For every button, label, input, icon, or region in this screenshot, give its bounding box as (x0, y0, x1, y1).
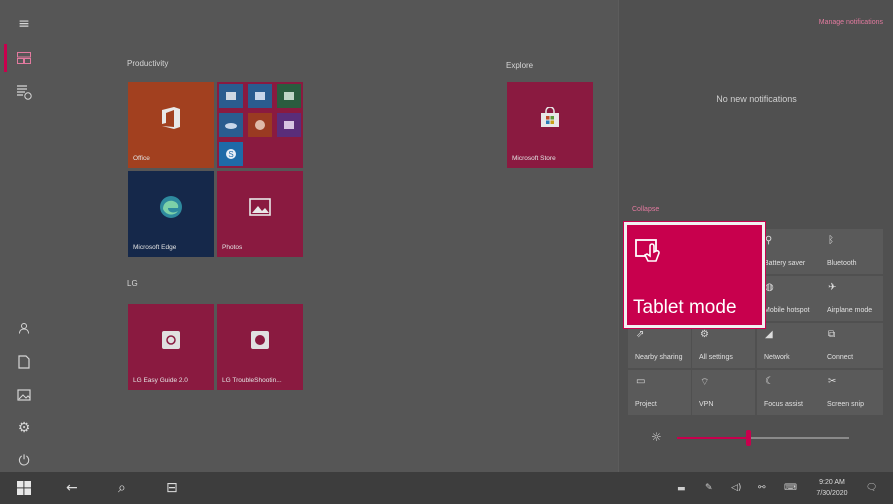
keyboard-icon[interactable]: ⌨ (784, 483, 797, 493)
photos-icon (249, 198, 271, 216)
power-icon[interactable]: ⏻ (14, 451, 34, 471)
quick-action-focus-assist[interactable]: ☾ Focus assist (757, 370, 820, 415)
quick-action-nearby-sharing[interactable]: ⇗ Nearby sharing (628, 323, 691, 368)
hamburger-menu-icon[interactable]: ≡ (14, 14, 34, 34)
airplane-icon: ✈ (828, 282, 837, 293)
tile-office[interactable]: Office (128, 82, 214, 168)
all-apps-icon[interactable] (14, 82, 34, 102)
moon-icon: ☾ (765, 376, 774, 387)
user-icon[interactable] (14, 318, 34, 338)
quick-action-bluetooth[interactable]: ᛒ Bluetooth (820, 229, 883, 274)
tile-label-store: Microsoft Store (512, 155, 556, 162)
skype-icon: S (219, 142, 243, 166)
quick-action-vpn[interactable]: ⌔ VPN (692, 370, 755, 415)
windows-start-icon[interactable] (17, 481, 31, 499)
tile-lg-troubleshooting[interactable]: LG TroubleShootin... (217, 304, 303, 390)
quick-action-network[interactable]: ◢ Network (757, 323, 820, 368)
pen-tray-icon[interactable]: ✎ (705, 483, 713, 493)
clock[interactable]: 9:20 AM 7/30/2020 (808, 477, 856, 499)
brightness-icon: ☼ (651, 430, 662, 444)
documents-icon[interactable] (14, 352, 34, 372)
pinned-tiles-icon[interactable] (14, 48, 34, 68)
tile-label-edge: Microsoft Edge (133, 244, 177, 251)
network-icon: ◢ (765, 329, 773, 340)
quick-action-connect[interactable]: ⧉ Connect (820, 323, 883, 368)
tablet-mode-icon (635, 239, 660, 262)
brightness-slider-thumb[interactable] (746, 430, 751, 446)
office-logo-icon (162, 107, 180, 130)
no-notifications-text: No new notifications (716, 94, 797, 104)
powerpoint-icon (248, 113, 272, 137)
group-label-productivity: Productivity (127, 59, 169, 68)
search-icon[interactable]: ⌕ (118, 480, 126, 496)
group-label-lg: LG (127, 279, 138, 288)
bluetooth-icon: ᛒ (828, 235, 834, 246)
lg-troubleshoot-icon (251, 331, 269, 350)
store-bag-icon (541, 107, 559, 128)
start-rail: ≡ ⚙ ⏻ (0, 0, 48, 472)
start-menu: ≡ ⚙ ⏻ Productivity Explore LG Office S M… (0, 0, 618, 472)
snip-icon: ✂ (828, 376, 837, 387)
brightness-slider-fill (677, 437, 748, 439)
task-view-icon[interactable]: ⊟ (166, 480, 178, 496)
taskbar: ← ⌕ ⊟ ▬ ✎ ◁) ⚯ ⌨ 9:20 AM 7/30/2020 🗨 (0, 472, 893, 504)
quick-action-airplane-mode[interactable]: ✈ Airplane mode (820, 276, 883, 321)
clock-date: 7/30/2020 (816, 490, 848, 497)
clock-time: 9:20 AM (819, 479, 845, 486)
lg-guide-icon (162, 331, 180, 350)
group-label-explore: Explore (506, 61, 534, 70)
tile-edge[interactable]: Microsoft Edge (128, 171, 214, 257)
manage-notifications-link[interactable]: Manage notifications (819, 19, 883, 26)
rail-active-indicator (4, 44, 7, 72)
notifications-icon[interactable]: 🗨 (866, 483, 877, 493)
share-icon: ⇗ (636, 329, 645, 340)
quick-action-battery-saver[interactable]: ⚲ Battery saver (757, 229, 820, 274)
collapse-link[interactable]: Collapse (632, 206, 659, 213)
hotspot-icon: ◍ (765, 282, 774, 293)
vpn-icon: ⌔ (700, 377, 710, 388)
tile-lg-easy-guide[interactable]: LG Easy Guide 2.0 (128, 304, 214, 390)
tile-label-office: Office (133, 155, 150, 162)
tile-label-lg-guide: LG Easy Guide 2.0 (133, 377, 188, 384)
quick-action-mobile-hotspot[interactable]: ◍ Mobile hotspot (757, 276, 820, 321)
onedrive-icon (219, 113, 243, 137)
tile-store[interactable]: Microsoft Store (507, 82, 593, 168)
tile-app-folder[interactable]: S (217, 82, 303, 168)
tile-photos[interactable]: Photos (217, 171, 303, 257)
edge-logo-icon (160, 196, 182, 219)
battery-icon: ⚲ (765, 235, 773, 246)
tile-label-lg-trouble: LG TroubleShootin... (222, 377, 282, 384)
word-icon (248, 84, 272, 108)
network-tray-icon[interactable]: ⚯ (758, 483, 766, 493)
onenote-icon (277, 113, 301, 137)
battery-tray-icon[interactable]: ▬ (677, 484, 686, 494)
settings-icon: ⚙ (700, 329, 709, 340)
excel-icon (277, 84, 301, 108)
tile-label-photos: Photos (222, 244, 243, 251)
back-arrow-icon[interactable]: ← (66, 480, 78, 496)
settings-gear-icon[interactable]: ⚙ (14, 418, 34, 438)
project-icon: ▭ (636, 376, 646, 387)
outlook-icon (219, 84, 243, 108)
volume-icon[interactable]: ◁) (731, 483, 741, 493)
quick-action-all-settings[interactable]: ⚙ All settings (692, 323, 755, 368)
connect-icon: ⧉ (828, 329, 836, 340)
pictures-icon[interactable] (14, 385, 34, 405)
tablet-mode-button[interactable]: Tablet mode (623, 221, 766, 329)
quick-action-project[interactable]: ▭ Project (628, 370, 691, 415)
quick-action-screen-snip[interactable]: ✂ Screen snip (820, 370, 883, 415)
svg-text:S: S (228, 150, 233, 159)
tablet-mode-label: Tablet mode (633, 297, 737, 318)
